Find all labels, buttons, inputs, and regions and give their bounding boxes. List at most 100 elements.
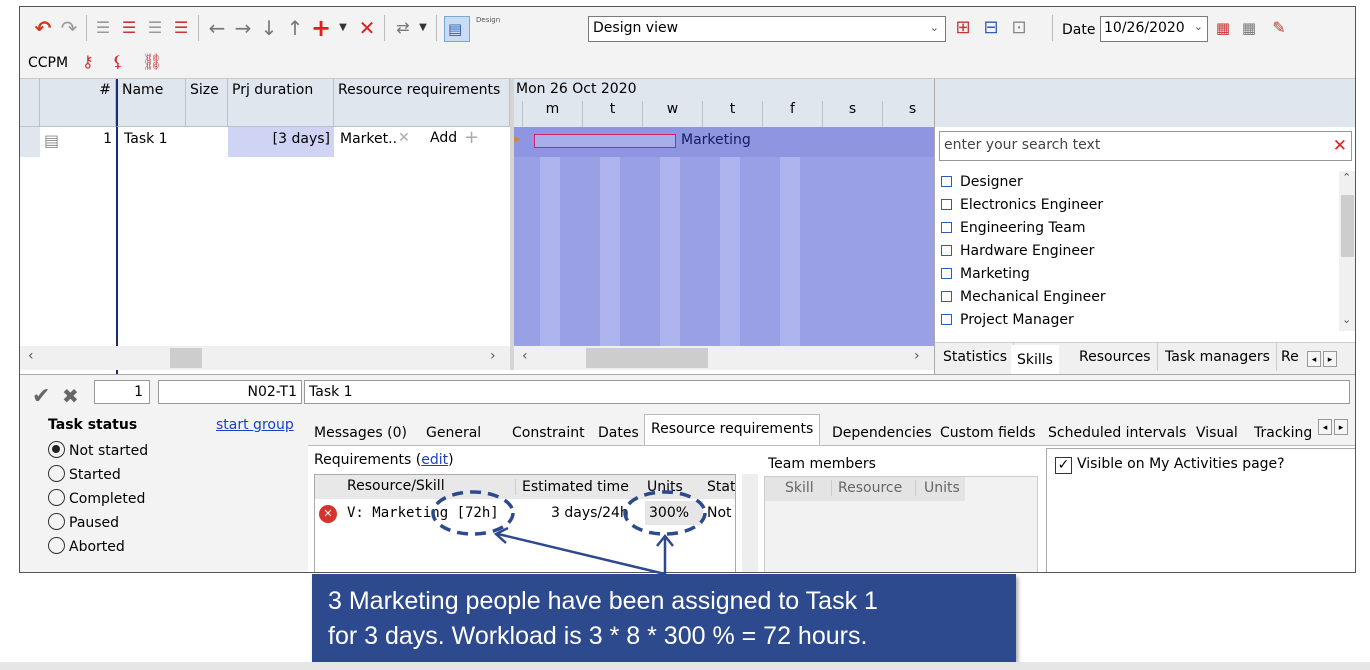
chevron-down-icon[interactable]: ▼ bbox=[412, 18, 434, 38]
expand-icon[interactable]: ☰ bbox=[170, 18, 192, 38]
calendar-icon[interactable]: ▦ bbox=[1212, 18, 1234, 38]
tab-skills[interactable]: Skills bbox=[1011, 345, 1059, 375]
indent-icon[interactable]: ☰ bbox=[92, 18, 114, 38]
col-duration-header[interactable]: Prj duration bbox=[228, 79, 334, 127]
detail-tab[interactable]: Dependencies bbox=[826, 419, 938, 447]
team-header-skill[interactable]: Skill bbox=[785, 480, 814, 496]
skill-checkbox[interactable] bbox=[941, 245, 952, 256]
notes-icon[interactable]: ▤ bbox=[44, 131, 59, 150]
cancel-icon[interactable]: ✖ bbox=[62, 384, 79, 408]
visible-checkbox[interactable]: ✓ bbox=[1055, 457, 1072, 474]
status-radio[interactable] bbox=[48, 513, 65, 530]
detail-tab[interactable]: Custom fields bbox=[934, 419, 1042, 447]
detail-tab[interactable]: Scheduled intervals bbox=[1042, 419, 1192, 447]
col-name-header[interactable]: Name bbox=[116, 79, 186, 127]
network-icon[interactable]: ⊡ bbox=[1008, 18, 1030, 38]
date-field[interactable]: 10/26/2020 ⌄ bbox=[1100, 16, 1208, 42]
resource-leveling-icon[interactable]: ⊟ bbox=[980, 18, 1002, 38]
scroll-thumb[interactable] bbox=[586, 348, 708, 368]
status-option[interactable]: Not started bbox=[48, 439, 148, 463]
detail-tab[interactable]: Visual bbox=[1190, 419, 1244, 447]
status-option[interactable]: Completed bbox=[48, 487, 148, 511]
collapse-icon[interactable]: ☰ bbox=[144, 18, 166, 38]
req-header-units[interactable]: Units bbox=[647, 479, 683, 495]
check-icon[interactable]: ✔ bbox=[32, 384, 50, 409]
tab-re[interactable]: Re bbox=[1275, 343, 1305, 371]
status-option[interactable]: Started bbox=[48, 463, 148, 487]
pencil-icon[interactable]: ✎ bbox=[1268, 18, 1290, 38]
col-resources-header[interactable]: Resource requirements bbox=[334, 79, 510, 127]
status-radio[interactable] bbox=[48, 489, 65, 506]
arrow-right-icon[interactable]: → bbox=[232, 18, 254, 38]
status-radio[interactable] bbox=[48, 441, 65, 458]
scroll-right-icon[interactable]: › bbox=[914, 348, 920, 364]
remove-requirement-icon[interactable]: ✕ bbox=[319, 505, 337, 523]
detail-tab[interactable]: General bbox=[420, 419, 487, 447]
gantt-chart[interactable]: Mon 26 Oct 2020 Marketing ▶ mtwtfss bbox=[514, 79, 934, 346]
tab-scroll-left-icon[interactable]: ◂ bbox=[1307, 351, 1321, 367]
scroll-thumb[interactable] bbox=[1341, 195, 1354, 257]
skill-item[interactable]: Hardware Engineer bbox=[941, 240, 1321, 263]
task-code-field[interactable]: N02-T1 bbox=[158, 380, 302, 404]
req-header-skill[interactable]: Resource/Skill bbox=[347, 478, 445, 494]
skill-item[interactable]: Engineering Team bbox=[941, 217, 1321, 240]
task-name-field[interactable]: Task 1 bbox=[304, 380, 1350, 404]
skill-item[interactable]: Marketing bbox=[941, 263, 1321, 286]
tab-statistics[interactable]: Statistics bbox=[937, 343, 1014, 371]
skill-checkbox[interactable] bbox=[941, 199, 952, 210]
status-option[interactable]: Aborted bbox=[48, 535, 148, 559]
add-task-icon[interactable]: + bbox=[310, 16, 332, 40]
add-icon[interactable]: + bbox=[464, 127, 479, 148]
redo-icon[interactable]: ↷ bbox=[58, 18, 80, 38]
arrow-left-icon[interactable]: ← bbox=[206, 18, 228, 38]
col-num-header[interactable]: # bbox=[40, 79, 116, 127]
detail-tab[interactable]: Resource requirements bbox=[644, 414, 821, 446]
row-resource[interactable]: Market... bbox=[336, 129, 398, 149]
skill-item[interactable]: Electronics Engineer bbox=[941, 194, 1321, 217]
col-size-header[interactable]: Size bbox=[186, 79, 228, 127]
critical-path-icon[interactable]: ⊞ bbox=[952, 18, 974, 38]
detail-tab[interactable]: Dates bbox=[592, 419, 645, 447]
arrow-down-icon[interactable]: ↓ bbox=[258, 18, 280, 38]
tab-task-managers[interactable]: Task managers bbox=[1159, 343, 1277, 371]
ccpm-remove-buffer-icon[interactable]: ⚸ bbox=[112, 52, 124, 71]
team-header-resource[interactable]: Resource bbox=[831, 480, 902, 496]
scroll-down-icon[interactable]: ⌄ bbox=[1342, 313, 1351, 326]
skill-checkbox[interactable] bbox=[941, 176, 952, 187]
row-duration[interactable]: [3 days] bbox=[228, 127, 334, 157]
start-group-link[interactable]: start group bbox=[216, 417, 294, 433]
detail-tab[interactable]: Constraint bbox=[506, 419, 591, 447]
arrow-up-icon[interactable]: ↑ bbox=[284, 18, 306, 38]
skill-item[interactable]: Mechanical Engineer bbox=[941, 286, 1321, 309]
req-header-time[interactable]: Estimated time bbox=[515, 479, 629, 495]
undo-icon[interactable]: ↶ bbox=[32, 18, 54, 38]
grid-hscrollbar[interactable]: ‹ › bbox=[20, 346, 510, 370]
chevron-down-icon[interactable]: ▼ bbox=[332, 18, 354, 38]
scroll-thumb[interactable] bbox=[170, 348, 202, 368]
skill-checkbox[interactable] bbox=[941, 291, 952, 302]
view-select[interactable]: Design view ⌄ bbox=[588, 16, 946, 42]
scroll-left-icon[interactable]: ‹ bbox=[522, 348, 528, 364]
skills-vscrollbar[interactable]: ⌃ ⌄ bbox=[1339, 171, 1355, 331]
task-id-field[interactable]: 1 bbox=[94, 380, 150, 404]
req-units[interactable]: 300% bbox=[645, 501, 703, 525]
tab-scroll-right-icon[interactable]: ▸ bbox=[1334, 419, 1348, 435]
ccpm-chain-icon[interactable]: ⛓ bbox=[142, 52, 162, 71]
edit-link[interactable]: edit bbox=[421, 452, 448, 468]
skills-search-input[interactable]: enter your search text ✕ bbox=[939, 131, 1352, 161]
req-header-status[interactable]: Stat bbox=[707, 479, 735, 495]
ccpm-add-buffer-icon[interactable]: ⚷ bbox=[82, 52, 94, 71]
remove-resource-icon[interactable]: ✕ bbox=[398, 130, 410, 146]
design-icon[interactable]: Design bbox=[476, 16, 500, 24]
status-radio[interactable] bbox=[48, 465, 65, 482]
row-name[interactable]: Task 1 bbox=[120, 129, 186, 149]
skill-checkbox[interactable] bbox=[941, 222, 952, 233]
scroll-left-icon[interactable]: ‹ bbox=[28, 348, 34, 364]
outdent-icon[interactable]: ☰ bbox=[118, 18, 140, 38]
team-header-units[interactable]: Units bbox=[915, 480, 960, 496]
tab-scroll-right-icon[interactable]: ▸ bbox=[1323, 351, 1337, 367]
tab-scroll-left-icon[interactable]: ◂ bbox=[1318, 419, 1332, 435]
link-tasks-icon[interactable]: ⇄ bbox=[392, 18, 414, 38]
status-option[interactable]: Paused bbox=[48, 511, 148, 535]
add-resource-label[interactable]: Add bbox=[430, 130, 457, 146]
